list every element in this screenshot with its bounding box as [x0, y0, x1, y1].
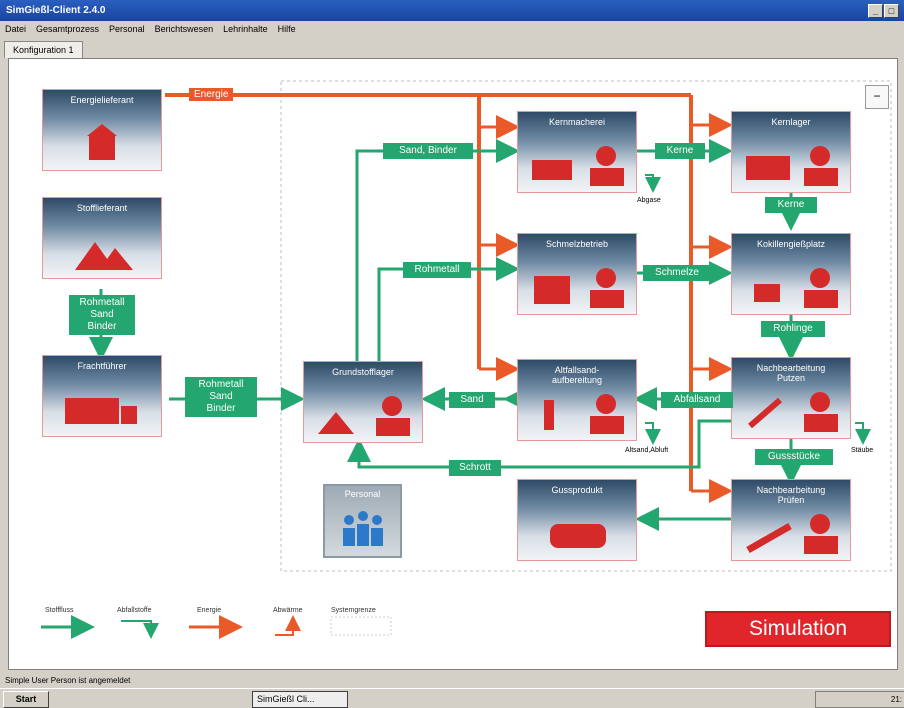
flow-label-abfallsand: Abfallsand: [661, 392, 733, 408]
tab-strip: Konfiguration 1: [0, 38, 904, 58]
node-energielieferant[interactable]: Energielieferant: [42, 89, 162, 171]
node-kokillengiessplatz[interactable]: Kokillengießplatz: [731, 233, 851, 315]
node-label: Gussprodukt: [551, 485, 603, 495]
legend-systemgrenze: Systemgrenze: [331, 607, 376, 614]
label-altsand-abluft: Altsand,Abluft: [625, 447, 669, 454]
node-label: Kernlager: [771, 117, 811, 127]
flow-label-sand: Sand: [449, 392, 495, 408]
node-altsandaufbereitung[interactable]: Altfallsand- aufbereitung: [517, 359, 637, 441]
menu-datei[interactable]: Datei: [0, 21, 31, 34]
node-personal[interactable]: Personal: [323, 484, 402, 558]
node-kernlager[interactable]: Kernlager: [731, 111, 851, 193]
node-label: Kernmacherei: [548, 117, 606, 127]
status-bar: Simple User Person ist angemeldet: [5, 676, 131, 685]
menu-berichtswesen[interactable]: Berichtswesen: [150, 21, 219, 34]
furnace-worker-icon: [534, 268, 624, 308]
start-button[interactable]: Start: [3, 691, 49, 708]
truck-icon: [65, 398, 137, 424]
node-label: Nachbearbeitung Putzen: [756, 363, 826, 383]
ladle-worker-icon: [754, 268, 838, 308]
flow-label-gussstuecke: Gussstücke: [755, 449, 833, 465]
flow-label-rohmetall-sand-binder: Rohmetall Sand Binder: [69, 295, 135, 335]
node-label: Stofflieferant: [76, 203, 128, 213]
label-abgase: Abgase: [637, 197, 661, 204]
tab-konfiguration-1[interactable]: Konfiguration 1: [4, 41, 83, 58]
grinder-worker-icon: [748, 392, 838, 432]
menu-personal[interactable]: Personal: [104, 21, 150, 34]
legend-stofffluss: Stofffluss: [45, 607, 74, 614]
flow-label-rohlinge: Rohlinge: [761, 321, 825, 337]
legend-abfallstoffe: Abfallstoffe: [117, 607, 152, 614]
worker-piles-icon: [318, 396, 410, 436]
node-label: Grundstofflager: [332, 367, 394, 377]
window-titlebar: SimGießl-Client 2.4.0 _ □: [0, 0, 904, 21]
flow-label-kerne: Kerne: [655, 143, 705, 159]
maximize-window-button[interactable]: □: [884, 4, 899, 18]
node-nachbearbeitung-putzen[interactable]: Nachbearbeitung Putzen: [731, 357, 851, 439]
flow-label-sand-binder: Sand, Binder: [383, 143, 473, 159]
node-nachbearbeitung-pruefen[interactable]: Nachbearbeitung Prüfen: [731, 479, 851, 561]
crane-worker-icon: [544, 394, 624, 434]
label-staube: Stäube: [851, 447, 874, 454]
node-frachtfuehrer[interactable]: Frachtführer: [42, 355, 162, 437]
menu-gesamtprozess[interactable]: Gesamtprozess: [31, 21, 104, 34]
flow-label-energie: Energie: [189, 88, 234, 101]
collapse-button[interactable]: −: [865, 85, 889, 109]
node-kernmacherei[interactable]: Kernmacherei: [517, 111, 637, 193]
legend-abwaerme: Abwärme: [273, 607, 303, 614]
legend-energie: Energie: [197, 607, 222, 614]
window-title: SimGießl-Client 2.4.0: [6, 5, 106, 16]
simulation-button[interactable]: Simulation: [705, 611, 891, 647]
node-label: Nachbearbeitung Prüfen: [756, 485, 826, 505]
flow-label-schrott: Schrott: [449, 460, 501, 476]
node-label: Energielieferant: [70, 95, 134, 105]
node-label: Schmelzbetrieb: [545, 239, 609, 249]
taskbar-app-button[interactable]: SimGießl Cli...: [252, 691, 348, 708]
material-piles-icon: [75, 242, 133, 270]
flow-label-kerne: Kerne: [765, 197, 817, 213]
node-label: Personal: [344, 489, 381, 499]
process-canvas: − Energielieferant Stofflieferant Fracht…: [8, 58, 898, 670]
node-grundstofflager[interactable]: Grundstofflager: [303, 361, 423, 443]
menu-hilfe[interactable]: Hilfe: [273, 21, 301, 34]
menu-bar: Datei Gesamtprozess Personal Berichtswesen L…: [0, 21, 904, 38]
ruler-worker-icon: [746, 514, 838, 554]
machine-worker-icon: [532, 146, 624, 186]
node-label: Kokillengießplatz: [756, 239, 826, 249]
node-gussprodukt[interactable]: Gussprodukt: [517, 479, 637, 561]
house-icon: [87, 124, 117, 160]
minimize-window-button[interactable]: _: [868, 4, 883, 18]
node-label: Altfallsand- aufbereitung: [551, 365, 603, 385]
taskbar: Start SimGießl Cli... 21:: [0, 688, 904, 708]
node-stofflieferant[interactable]: Stofflieferant: [42, 197, 162, 279]
cast-product-icon: [550, 524, 606, 548]
flow-label-rohmetall: Rohmetall: [403, 262, 471, 278]
flow-label-rohmetall-sand-binder: Rohmetall Sand Binder: [185, 377, 257, 417]
system-tray-clock: 21:: [815, 691, 904, 708]
shelf-worker-icon: [746, 146, 838, 186]
node-label: Frachtführer: [77, 361, 127, 371]
menu-lehrinhalte[interactable]: Lehrinhalte: [218, 21, 273, 34]
people-icon: [343, 511, 383, 546]
node-schmelzbetrieb[interactable]: Schmelzbetrieb: [517, 233, 637, 315]
flow-label-schmelze: Schmelze: [643, 265, 711, 281]
